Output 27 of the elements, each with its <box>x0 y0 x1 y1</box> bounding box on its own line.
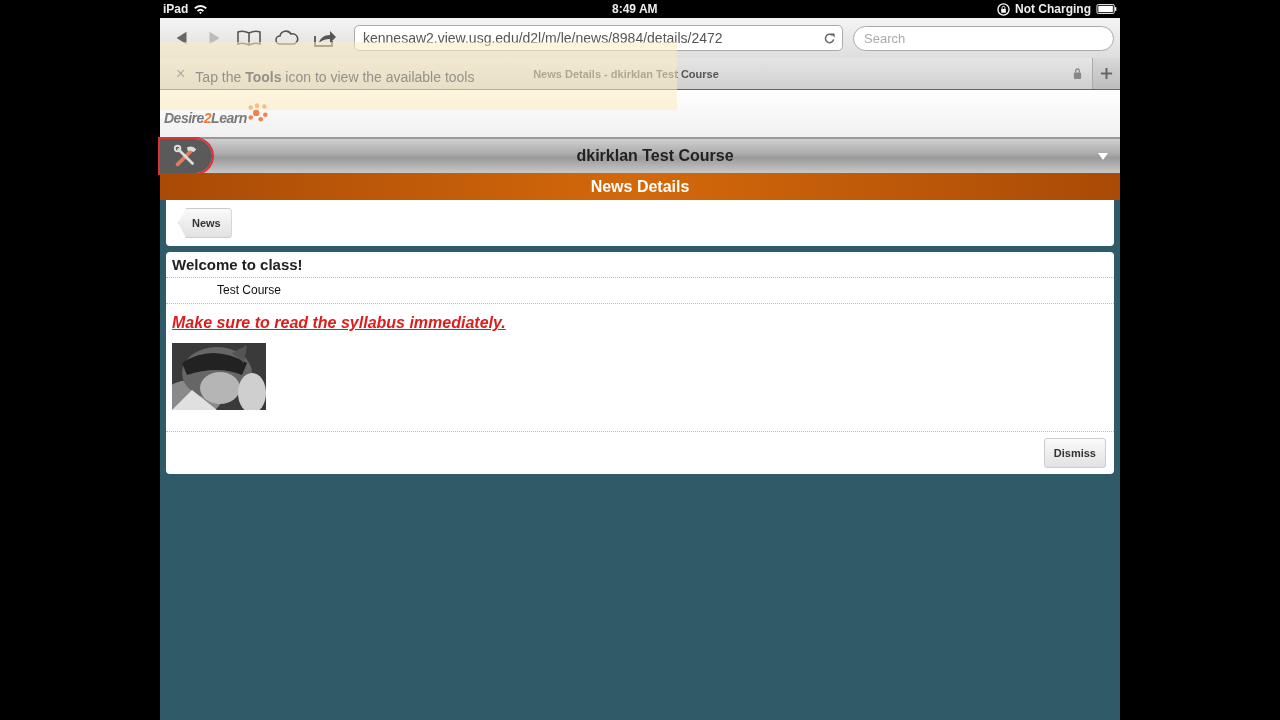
clock-time: 8:49 AM <box>612 2 658 16</box>
tools-button[interactable] <box>160 139 212 173</box>
logo-flower-icon <box>246 101 269 122</box>
course-name: Test Course <box>166 278 1114 304</box>
search-field[interactable]: Search <box>853 25 1114 51</box>
news-message: Make sure to read the syllabus immediately. <box>172 314 506 332</box>
address-bar[interactable]: kennesaw2.view.usg.edu/d2l/m/le/news/8984/details/2472 <box>354 25 843 51</box>
book-icon[interactable] <box>236 28 262 48</box>
rotation-lock-icon <box>997 2 1010 16</box>
dismiss-button[interactable]: Dismiss <box>1043 438 1106 468</box>
share-icon[interactable] <box>312 28 338 48</box>
new-tab-button[interactable] <box>1092 58 1120 89</box>
device-name: iPad <box>163 2 189 16</box>
page-title: News Details <box>160 173 1120 200</box>
news-title: Welcome to class! <box>166 256 1114 278</box>
dropdown-caret-icon[interactable] <box>1098 152 1108 160</box>
battery-status: Not Charging <box>1015 2 1091 16</box>
news-back-button[interactable]: News <box>178 208 232 238</box>
reload-icon[interactable] <box>823 31 836 45</box>
course-title: dkirklan Test Course <box>576 147 734 165</box>
cloud-icon[interactable] <box>274 28 300 48</box>
desire2learn-logo[interactable]: Desire2Learn <box>164 109 247 126</box>
wifi-icon <box>193 3 209 15</box>
padlock-icon <box>1073 68 1082 79</box>
battery-icon <box>1096 4 1117 14</box>
tip-text: Tap the Tools icon to view the available tools <box>195 68 475 87</box>
plus-icon <box>1100 67 1113 80</box>
